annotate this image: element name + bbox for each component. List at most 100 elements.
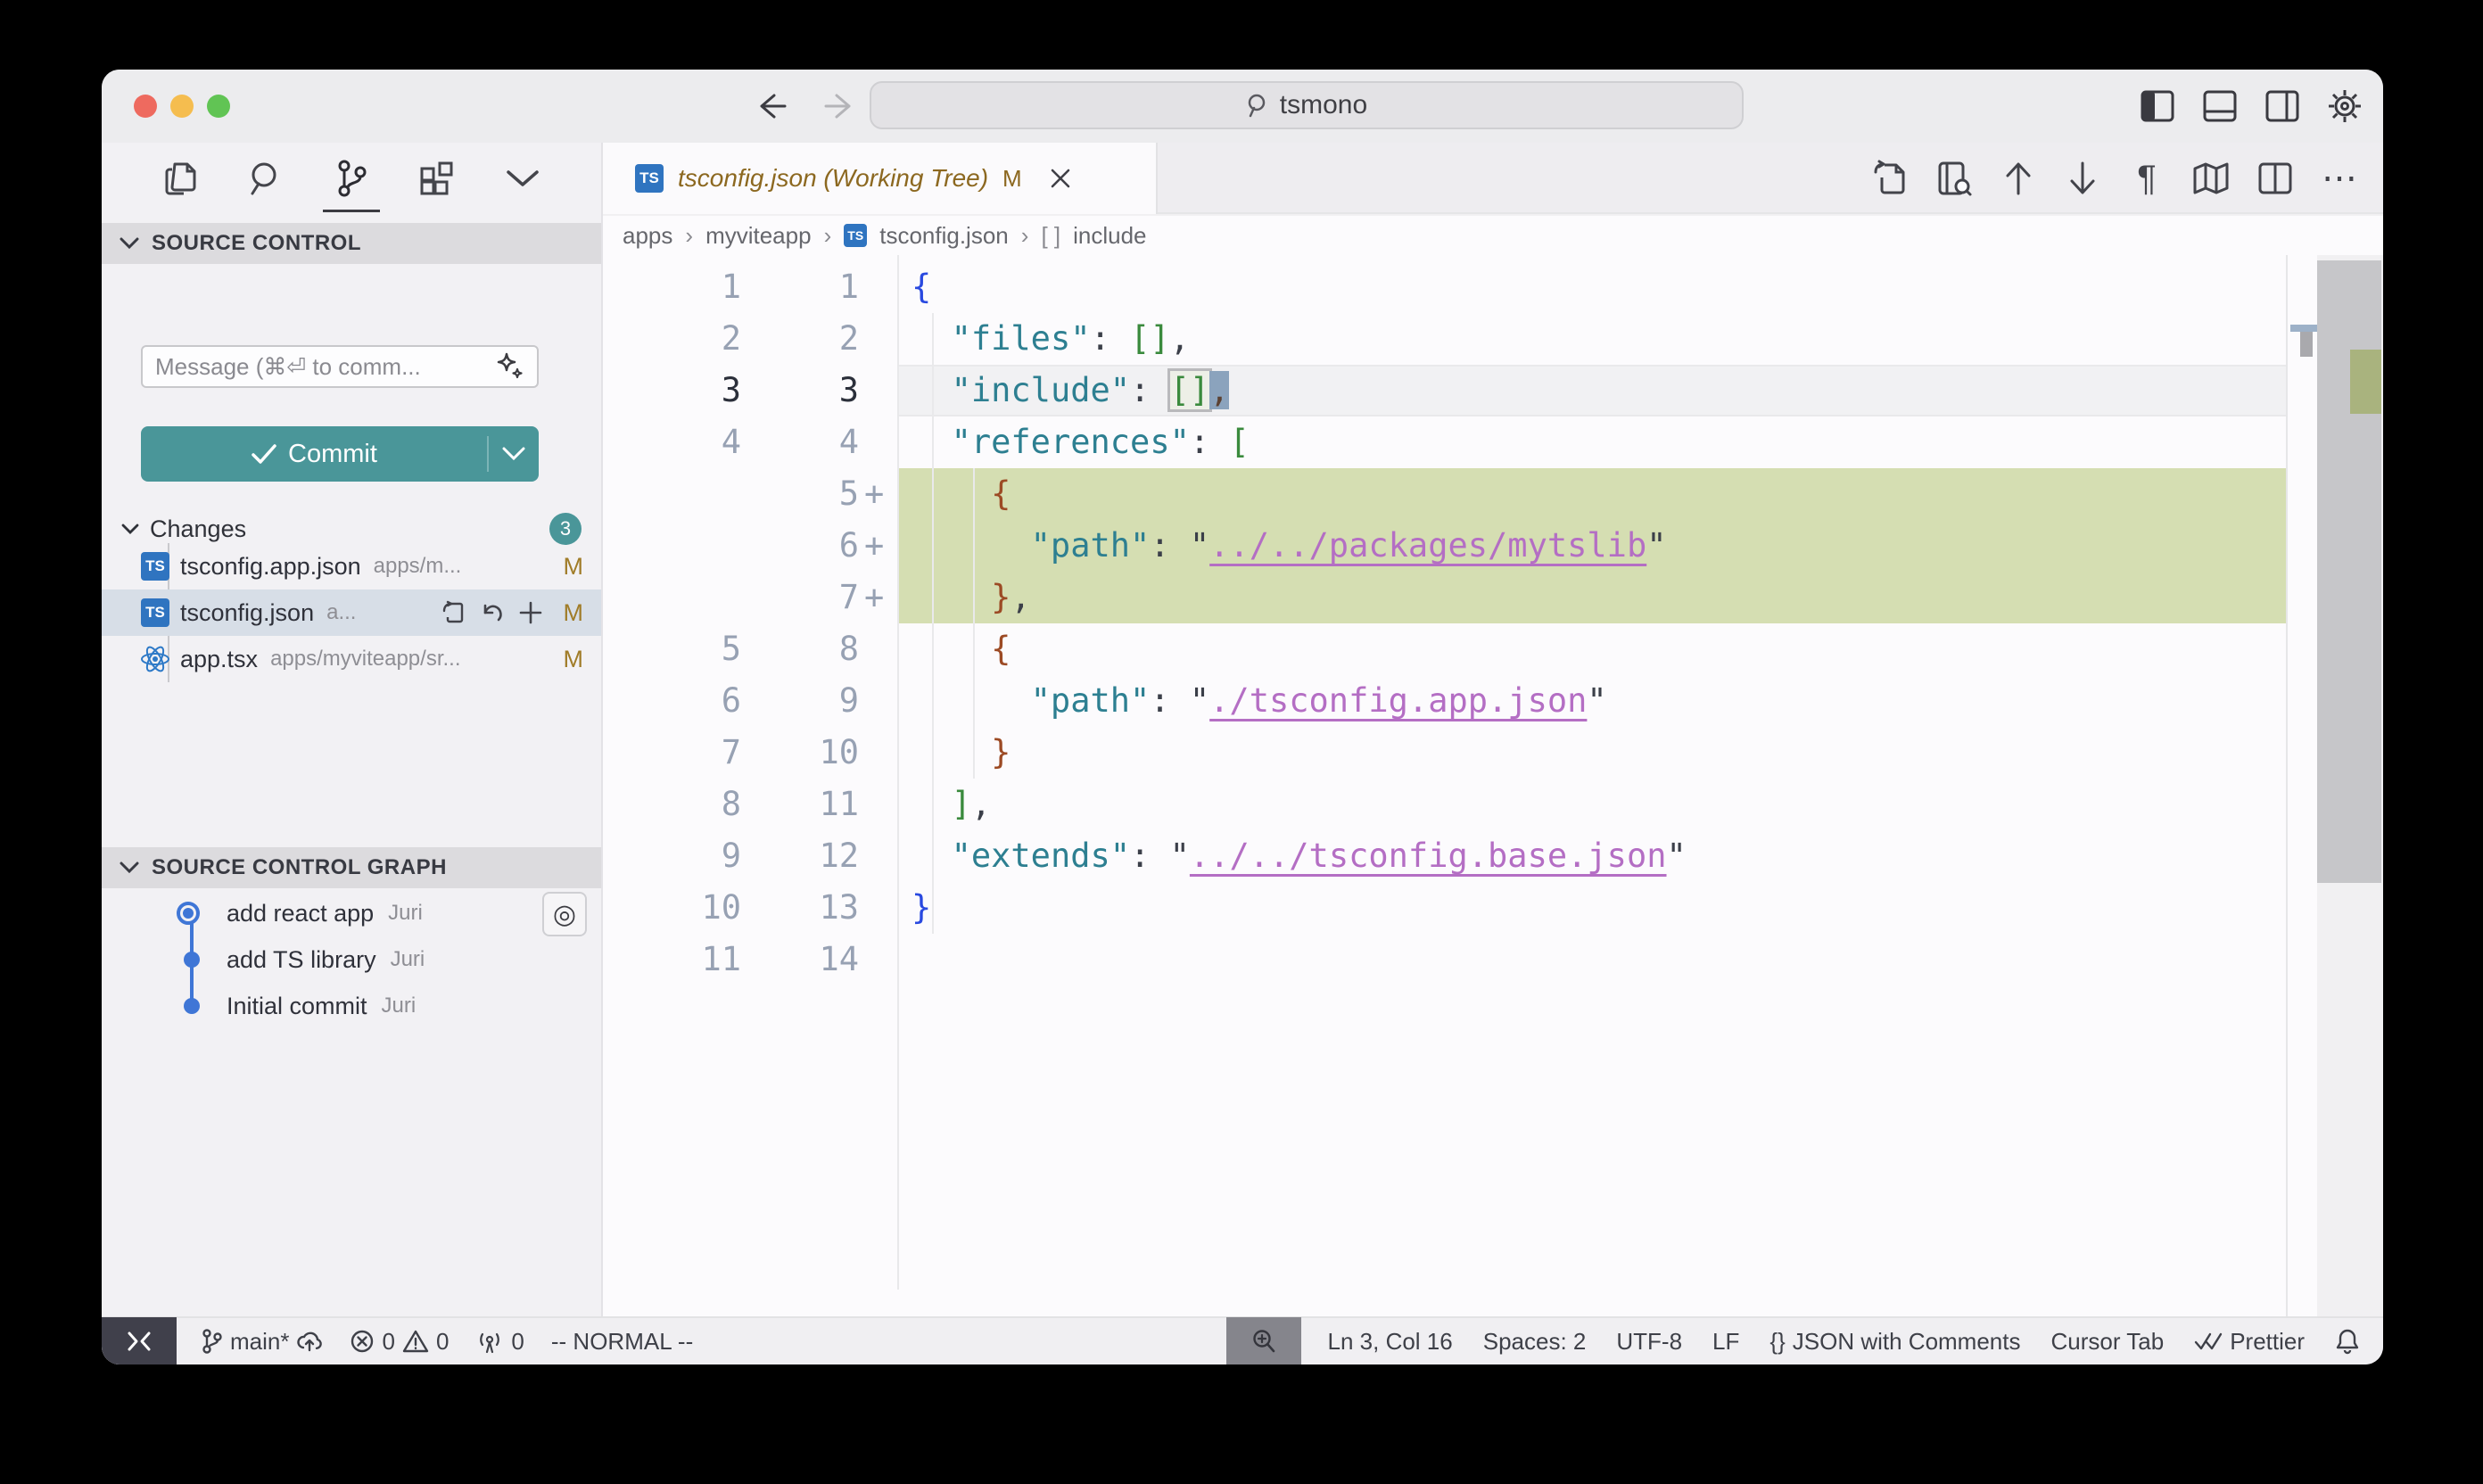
- notifications-bell-icon[interactable]: [2335, 1328, 2360, 1355]
- commit-dropdown-button[interactable]: [489, 447, 539, 461]
- code-line[interactable]: 1114: [603, 934, 2286, 985]
- original-line-number: 1: [603, 261, 741, 313]
- changed-file-row-selected[interactable]: TS tsconfig.json a... M: [102, 589, 601, 636]
- ports-indicator[interactable]: 0: [475, 1328, 524, 1356]
- graph-commit-row[interactable]: Initial commit Juri: [102, 983, 601, 1029]
- code-line[interactable]: 22 "files": [],: [603, 313, 2286, 365]
- search-view-icon[interactable]: [237, 143, 294, 214]
- breadcrumb-item[interactable]: include: [1073, 222, 1146, 250]
- code-line[interactable]: 58 {: [603, 623, 2286, 675]
- breadcrumb-item[interactable]: myviteapp: [705, 222, 812, 250]
- code-token: [912, 526, 1031, 565]
- code-line[interactable]: 33 "include": [],: [603, 365, 2286, 416]
- graph-commit-row[interactable]: add react app Juri: [102, 890, 601, 936]
- whitespace-pilcrow-icon[interactable]: ¶: [2126, 158, 2167, 199]
- eol-indicator[interactable]: LF: [1712, 1328, 1739, 1356]
- modified-line-number: 11: [741, 779, 859, 830]
- modified-line-number: 2: [741, 313, 859, 365]
- sparkle-ai-icon[interactable]: [494, 351, 524, 382]
- stage-changes-plus-icon[interactable]: [519, 601, 542, 624]
- close-window-button[interactable]: [134, 95, 157, 118]
- branch-indicator[interactable]: main*: [200, 1328, 323, 1356]
- open-changes-file-icon[interactable]: [1869, 158, 1910, 199]
- graph-commit-row[interactable]: add TS library Juri: [102, 936, 601, 983]
- code-token: []: [1170, 371, 1210, 409]
- tab-tsconfig-working-tree[interactable]: TS tsconfig.json (Working Tree) M: [603, 143, 1158, 214]
- code-line[interactable]: 7+ },: [603, 572, 2286, 623]
- modified-line-number: 4: [741, 416, 859, 468]
- word-wrap-map-icon[interactable]: [2190, 158, 2231, 199]
- changed-file-row[interactable]: TS tsconfig.app.json apps/m... M: [102, 543, 601, 589]
- code-line[interactable]: 11{: [603, 261, 2286, 313]
- previous-change-arrow-icon[interactable]: [1998, 158, 2039, 199]
- open-file-icon[interactable]: [441, 600, 466, 625]
- code-text: }: [897, 727, 1011, 779]
- code-line[interactable]: 1013}: [603, 882, 2286, 934]
- changed-file-row[interactable]: app.tsx apps/myviteapp/sr... M: [102, 636, 601, 682]
- zoom-window-button[interactable]: [207, 95, 230, 118]
- additional-views-chevron-icon[interactable]: [494, 143, 551, 214]
- navigate-forward-button[interactable]: [821, 86, 862, 127]
- next-change-arrow-icon[interactable]: [2062, 158, 2103, 199]
- typescript-file-icon: TS: [844, 224, 867, 247]
- code-line[interactable]: 811 ],: [603, 779, 2286, 830]
- remote-indicator[interactable]: [102, 1317, 177, 1364]
- vim-mode-indicator[interactable]: -- NORMAL --: [551, 1328, 693, 1356]
- code-text: {: [897, 468, 1011, 520]
- source-control-section-header[interactable]: SOURCE CONTROL: [102, 223, 601, 264]
- indentation-indicator[interactable]: Spaces: 2: [1483, 1328, 1587, 1356]
- source-control-view-icon[interactable]: [323, 143, 380, 214]
- graph-goto-current-commit-button[interactable]: ◎: [542, 892, 587, 936]
- code-token: "path": [1031, 681, 1151, 720]
- code-token: }: [991, 578, 1011, 616]
- tab-completion-indicator[interactable]: Cursor Tab: [2051, 1328, 2165, 1356]
- toggle-panel-icon[interactable]: [2199, 86, 2240, 127]
- code-token: ,: [971, 785, 991, 823]
- toggle-secondary-sidebar-icon[interactable]: [2262, 86, 2303, 127]
- formatter-indicator[interactable]: Prettier: [2194, 1328, 2305, 1356]
- code-line[interactable]: 6+ "path": "../../packages/mytslib": [603, 520, 2286, 572]
- ports-count: 0: [511, 1328, 524, 1356]
- more-actions-icon[interactable]: ⋯: [2319, 158, 2360, 199]
- problems-indicator[interactable]: 0 0: [350, 1328, 449, 1356]
- close-tab-icon[interactable]: [1049, 167, 1072, 190]
- minimize-window-button[interactable]: [170, 95, 194, 118]
- code-line[interactable]: 44 "references": [: [603, 416, 2286, 468]
- minimap[interactable]: [2286, 255, 2317, 1316]
- split-editor-icon[interactable]: [2255, 158, 2296, 199]
- source-control-graph-header[interactable]: SOURCE CONTROL GRAPH: [102, 847, 601, 888]
- extensions-view-icon[interactable]: [408, 143, 466, 214]
- original-line-number: 9: [603, 830, 741, 882]
- encoding-indicator[interactable]: UTF-8: [1616, 1328, 1682, 1356]
- code-line[interactable]: 69 "path": "./tsconfig.app.json": [603, 675, 2286, 727]
- chevron-right-icon: ›: [1021, 222, 1029, 250]
- screencast-zoom-indicator[interactable]: [1226, 1317, 1301, 1364]
- breadcrumb[interactable]: apps › myviteapp › TS tsconfig.json › [ …: [603, 216, 2383, 255]
- original-line-number: 5: [603, 623, 741, 675]
- toggle-primary-sidebar-icon[interactable]: [2137, 86, 2178, 127]
- command-center-search[interactable]: tsmono: [870, 81, 1744, 129]
- language-mode-indicator[interactable]: {} JSON with Comments: [1769, 1328, 2020, 1356]
- breadcrumb-item[interactable]: tsconfig.json: [879, 222, 1009, 250]
- commit-button[interactable]: Commit: [141, 426, 539, 482]
- chevron-down-icon: [120, 237, 139, 250]
- diff-added-marker: +: [859, 520, 897, 572]
- modified-status-badge: M: [564, 553, 584, 581]
- explorer-icon[interactable]: [152, 143, 209, 214]
- traffic-lights: [134, 95, 230, 118]
- code-line[interactable]: 5+ {: [603, 468, 2286, 520]
- navigate-back-button[interactable]: [749, 86, 790, 127]
- editor-scrollbar[interactable]: [2317, 260, 2381, 883]
- code-line[interactable]: 912 "extends": "../../tsconfig.base.json…: [603, 830, 2286, 882]
- commit-message-input[interactable]: Message (⌘⏎ to comm...: [141, 345, 539, 388]
- diff-editor[interactable]: 11{22 "files": [],33 "include": [],44 "r…: [603, 255, 2286, 1316]
- file-name: app.tsx: [180, 646, 258, 673]
- diff-added-marker: [859, 416, 897, 468]
- breadcrumb-item[interactable]: apps: [623, 222, 672, 250]
- cursor-position-indicator[interactable]: Ln 3, Col 16: [1328, 1328, 1453, 1356]
- discard-changes-icon[interactable]: [480, 600, 505, 625]
- code-text: ],: [897, 779, 991, 830]
- settings-gear-icon[interactable]: [2324, 86, 2365, 127]
- code-line[interactable]: 710 }: [603, 727, 2286, 779]
- inline-view-toggle-icon[interactable]: [1934, 158, 1975, 199]
